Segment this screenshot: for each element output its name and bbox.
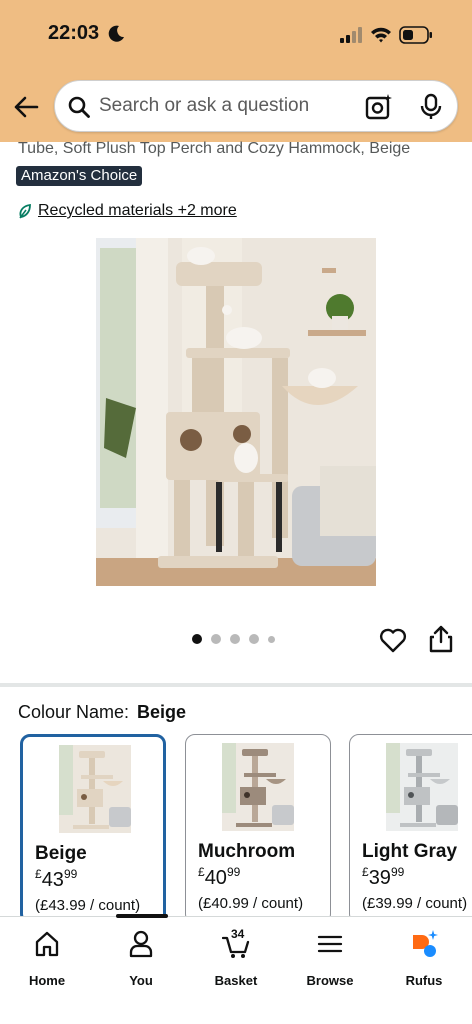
swatch-price: £4399 (35, 867, 78, 891)
swatch-thumbnail (386, 743, 458, 831)
leaf-icon (19, 203, 31, 219)
tab-browse-label: Browse (306, 973, 354, 988)
tab-rufus-label: Rufus (405, 973, 443, 988)
bottom-tab-bar: Home You 34 Basket Browse Rufus (0, 914, 472, 1024)
swatch-name: Light Gray (362, 841, 458, 862)
person-icon (129, 930, 153, 958)
carousel-dot[interactable] (268, 635, 275, 643)
swatch-name: Beige (35, 843, 87, 864)
swatch-unit-price: (£40.99 / count) (198, 895, 304, 912)
tab-basket[interactable]: 34 Basket (196, 927, 276, 989)
back-arrow-icon (14, 96, 39, 118)
cellular-signal-icon (340, 27, 362, 43)
carousel-dot[interactable] (230, 634, 240, 644)
sustainability-link-text: Recycled materials +2 more (38, 202, 237, 219)
moon-icon (108, 25, 124, 42)
colour-swatch-list[interactable]: Beige £4399 (£43.99 / count) Muchroom £4… (0, 732, 472, 918)
carousel-dot[interactable] (249, 634, 259, 644)
camera-search-icon[interactable] (365, 93, 393, 121)
tab-you-label: You (129, 973, 153, 988)
sustainability-link[interactable]: Recycled materials +2 more (18, 202, 237, 220)
product-image[interactable] (96, 238, 376, 586)
swatch-thumbnail (59, 745, 131, 833)
back-button[interactable] (10, 92, 42, 122)
carousel-dot[interactable] (211, 634, 221, 644)
tab-home[interactable]: Home (7, 929, 87, 989)
home-icon (35, 931, 59, 957)
app-header: 22:03 (0, 0, 472, 142)
microphone-icon[interactable] (419, 93, 443, 121)
tab-you[interactable]: You (101, 929, 181, 989)
basket-icon (222, 936, 250, 958)
tab-browse[interactable]: Browse (290, 929, 370, 989)
amazons-choice-badge: Amazon's Choice (16, 166, 143, 186)
heart-icon[interactable] (379, 626, 407, 654)
carousel-dot[interactable] (192, 634, 202, 644)
tab-home-label: Home (28, 973, 66, 988)
menu-icon (317, 935, 343, 953)
search-input[interactable] (99, 91, 349, 121)
swatch-unit-price: (£43.99 / count) (35, 897, 141, 914)
wifi-icon (371, 27, 391, 43)
colour-name-label: Colour Name: (18, 702, 130, 722)
search-icon (68, 96, 90, 118)
product-title[interactable]: Tube, Soft Plush Top Perch and Cozy Hamm… (18, 140, 410, 158)
active-tab-indicator (116, 914, 168, 918)
swatch-thumbnail (222, 743, 294, 831)
colour-swatch-light-gray[interactable]: Light Gray £3999 (£39.99 / count) (349, 734, 472, 918)
swatch-price: £3999 (362, 865, 405, 889)
section-divider (0, 683, 472, 687)
tab-rufus[interactable]: Rufus (384, 929, 464, 989)
search-bar[interactable] (54, 80, 458, 132)
swatch-price: £4099 (198, 865, 241, 889)
battery-icon (399, 26, 432, 44)
colour-name-row: Colour Name: Beige (18, 702, 186, 723)
tab-basket-label: Basket (214, 973, 258, 988)
status-time: 22:03 (48, 22, 100, 44)
swatch-name: Muchroom (198, 841, 296, 862)
rufus-icon (413, 930, 438, 957)
status-bar: 22:03 (0, 0, 472, 70)
colour-name-value: Beige (137, 702, 187, 722)
image-carousel-dots[interactable] (192, 634, 275, 644)
colour-swatch-beige[interactable]: Beige £4399 (£43.99 / count) (20, 734, 166, 918)
share-icon[interactable] (428, 625, 454, 653)
colour-swatch-muchroom[interactable]: Muchroom £4099 (£40.99 / count) (185, 734, 331, 918)
swatch-unit-price: (£39.99 / count) (362, 895, 468, 912)
